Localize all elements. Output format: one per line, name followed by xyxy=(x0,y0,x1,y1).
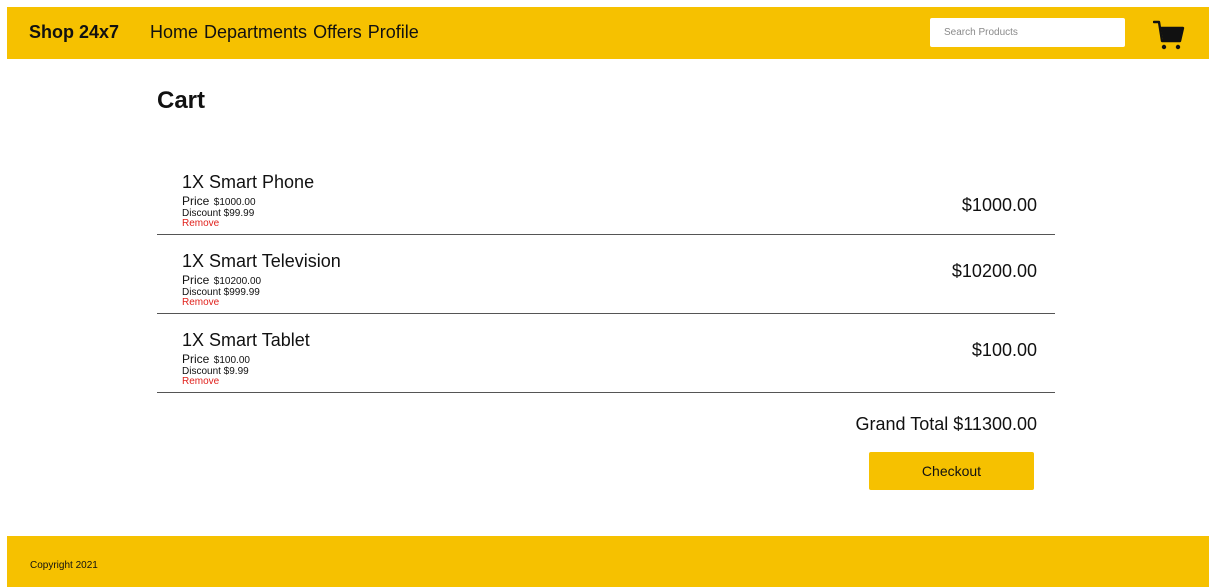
cart-item-list: 1X Smart Phone Price $1000.00 Discount $… xyxy=(157,157,1055,393)
cart-item-info: 1X Smart Phone Price $1000.00 Discount $… xyxy=(182,173,314,229)
cart-item-row: 1X Smart Tablet Price $100.00 Discount $… xyxy=(157,314,1055,393)
price-label: Price xyxy=(182,352,210,366)
cart-item-row: 1X Smart Television Price $10200.00 Disc… xyxy=(157,235,1055,314)
nav-item-offers[interactable]: Offers xyxy=(313,22,362,43)
brand-logo[interactable]: Shop 24x7 xyxy=(29,22,119,43)
price-value: $100.00 xyxy=(213,355,250,366)
nav-item-home[interactable]: Home xyxy=(150,22,198,43)
page-title: Cart xyxy=(157,87,206,114)
remove-item-link[interactable]: Remove xyxy=(182,298,341,308)
nav-item-departments[interactable]: Departments xyxy=(204,22,307,43)
main-nav: Home Departments Offers Profile xyxy=(150,22,419,43)
shopping-cart-icon[interactable] xyxy=(1153,20,1185,50)
top-nav-bar: Shop 24x7 Home Departments Offers Profil… xyxy=(7,7,1209,59)
cart-item-title: 1X Smart Television xyxy=(182,251,341,271)
price-value: $1000.00 xyxy=(213,197,256,208)
cart-item-price: Price $1000.00 xyxy=(182,193,314,209)
footer-bar: Copyright 2021 xyxy=(7,536,1209,587)
cart-item-price: Price $100.00 xyxy=(182,351,310,367)
grand-total: Grand Total $11300.00 xyxy=(855,414,1037,434)
search-input[interactable] xyxy=(930,18,1125,47)
cart-item-price: Price $10200.00 xyxy=(182,272,341,288)
price-label: Price xyxy=(182,194,210,208)
checkout-button[interactable]: Checkout xyxy=(869,452,1034,490)
price-value: $10200.00 xyxy=(213,276,262,287)
cart-item-title: 1X Smart Phone xyxy=(182,172,315,192)
cart-item-row: 1X Smart Phone Price $1000.00 Discount $… xyxy=(157,157,1055,235)
remove-item-link[interactable]: Remove xyxy=(182,377,310,387)
remove-item-link[interactable]: Remove xyxy=(182,219,314,229)
cart-item-total: $10200.00 xyxy=(951,261,1037,281)
price-label: Price xyxy=(182,273,210,287)
cart-item-total: $100.00 xyxy=(971,340,1037,360)
page: Shop 24x7 Home Departments Offers Profil… xyxy=(0,0,1216,587)
nav-item-profile[interactable]: Profile xyxy=(368,22,419,43)
cart-item-total: $1000.00 xyxy=(961,195,1037,215)
cart-item-info: 1X Smart Television Price $10200.00 Disc… xyxy=(182,252,341,308)
cart-item-info: 1X Smart Tablet Price $100.00 Discount $… xyxy=(182,331,310,387)
copyright-text: Copyright 2021 xyxy=(30,560,98,571)
cart-item-title: 1X Smart Tablet xyxy=(182,330,310,350)
